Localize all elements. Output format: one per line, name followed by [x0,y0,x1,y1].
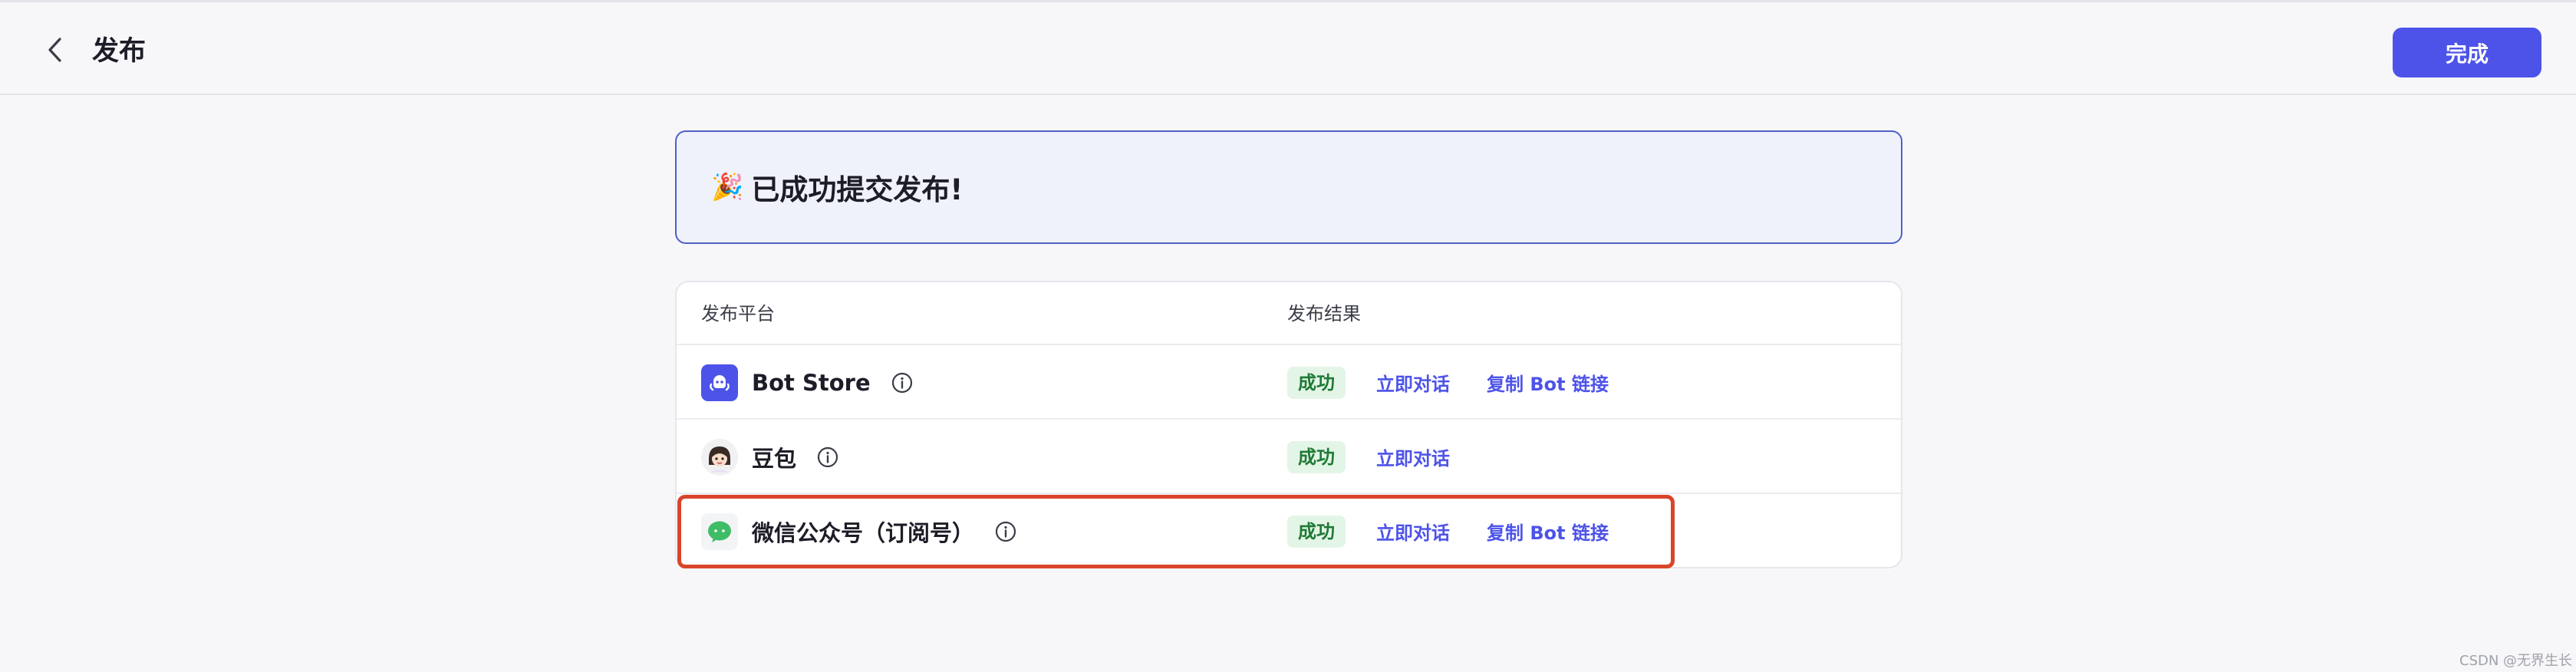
copy-bot-link[interactable]: 复制 Bot 链接 [1487,518,1609,545]
page-title: 发布 [92,36,147,67]
chat-now-link[interactable]: 立即对话 [1376,518,1450,545]
info-icon[interactable] [891,371,914,394]
result-cell: 成功 立即对话 复制 Bot 链接 [1287,494,1609,568]
info-icon[interactable] [816,446,839,469]
status-badge: 成功 [1287,440,1346,473]
platform-cell: Bot Store [701,345,914,420]
result-cell: 成功 立即对话 [1287,420,1450,494]
table-header: 发布平台 发布结果 [677,282,1901,345]
table-row: 微信公众号（订阅号） 成功 立即对话 复制 Bot 链接 [677,494,1901,568]
done-button[interactable]: 完成 [2393,28,2541,77]
platform-name: Bot Store [752,369,871,396]
doubao-avatar-icon [701,438,738,476]
watermark: CSDN @无界生长 [2459,653,2573,669]
status-badge: 成功 [1287,515,1346,548]
bot-store-icon [701,364,738,401]
chat-now-link[interactable]: 立即对话 [1376,443,1450,470]
top-bar: 发布 完成 [0,0,2576,95]
success-banner: 🎉 已成功提交发布! [675,130,1902,244]
table-row: 豆包 成功 立即对话 [677,420,1901,494]
status-badge: 成功 [1287,366,1346,399]
column-header-platform: 发布平台 [701,303,775,324]
platform-name: 微信公众号（订阅号） [752,519,975,546]
platform-cell: 微信公众号（订阅号） [701,494,1017,568]
chat-now-link[interactable]: 立即对话 [1376,369,1450,396]
publish-result-table: 发布平台 发布结果 Bot Store 成功 立即对话 复制 Bot 链接 豆包… [675,281,1902,568]
column-header-result: 发布结果 [1287,303,1361,324]
back-button[interactable] [38,33,72,67]
table-row: Bot Store 成功 立即对话 复制 Bot 链接 [677,345,1901,420]
chevron-left-icon [48,38,61,62]
result-cell: 成功 立即对话 复制 Bot 链接 [1287,345,1609,420]
platform-cell: 豆包 [701,420,839,494]
info-icon[interactable] [994,520,1017,543]
party-popper-icon: 🎉 [711,172,744,203]
platform-name: 豆包 [752,445,797,472]
copy-bot-link[interactable]: 复制 Bot 链接 [1487,369,1609,396]
wechat-icon [701,512,738,550]
success-message: 已成功提交发布! [751,173,964,206]
